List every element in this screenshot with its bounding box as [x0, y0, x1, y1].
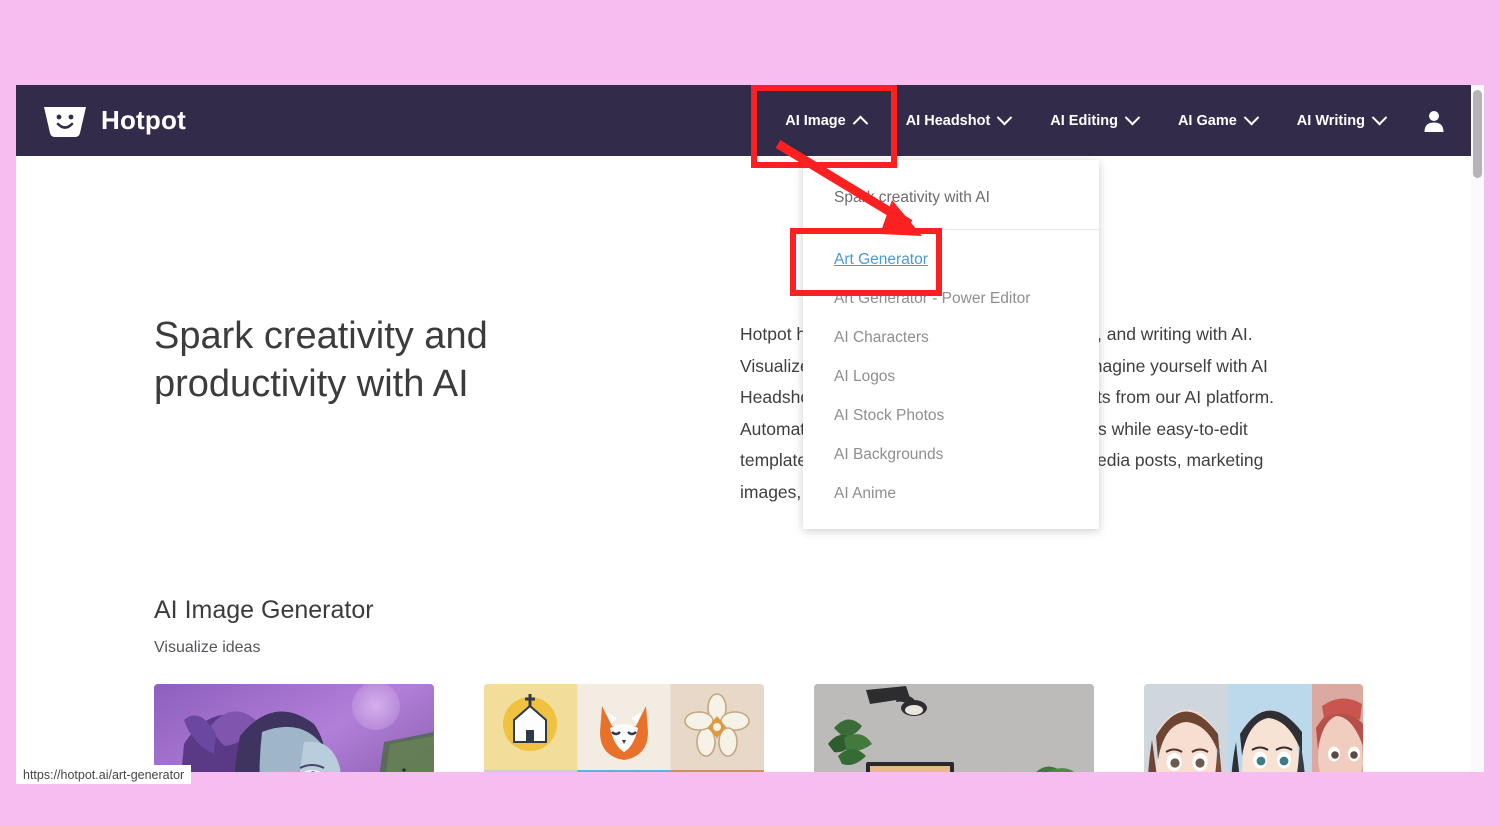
- nav-item-ai-game[interactable]: AI Game: [1158, 96, 1277, 146]
- nav-item-label: AI Writing: [1296, 112, 1365, 129]
- vertical-scrollbar-thumb[interactable]: [1473, 90, 1482, 178]
- top-navigation-bar: Hotpot AI Image AI Headshot AI Editing A…: [16, 85, 1471, 156]
- brand-logo-link[interactable]: Hotpot: [42, 104, 186, 138]
- hero-title-line-2: productivity with AI: [154, 362, 469, 405]
- dropdown-item-ai-anime[interactable]: AI Anime: [803, 474, 1099, 513]
- dropdown-item-art-generator-power-editor[interactable]: Art Generator - Power Editor: [803, 279, 1099, 318]
- user-account-icon[interactable]: [1423, 109, 1445, 133]
- thumbnail-row: [154, 684, 1363, 772]
- nav-item-ai-editing[interactable]: AI Editing: [1030, 96, 1158, 146]
- nav-item-label: AI Headshot: [905, 112, 991, 129]
- smiling-pot-icon: [42, 104, 88, 138]
- browser-viewport: Hotpot AI Image AI Headshot AI Editing A…: [16, 85, 1484, 772]
- dropdown-list: Art Generator Art Generator - Power Edit…: [803, 230, 1099, 513]
- dropdown-item-ai-characters[interactable]: AI Characters: [803, 318, 1099, 357]
- dropdown-item-ai-stock-photos[interactable]: AI Stock Photos: [803, 396, 1099, 435]
- dropdown-item-art-generator[interactable]: Art Generator: [803, 240, 1099, 279]
- nav-items: AI Image AI Headshot AI Editing AI Game: [765, 96, 1453, 146]
- dropdown-item-ai-backgrounds[interactable]: AI Backgrounds: [803, 435, 1099, 474]
- section-subtitle: Visualize ideas: [154, 639, 261, 656]
- chevron-up-icon: [852, 115, 868, 132]
- stock-photo-desk-thumbnail[interactable]: [814, 684, 1094, 772]
- page-title: Spark creativity and productivity with A…: [154, 313, 584, 409]
- status-bar-url: https://hotpot.ai/art-generator: [16, 765, 192, 784]
- nav-item-ai-headshot[interactable]: AI Headshot: [886, 96, 1031, 146]
- nav-item-ai-writing[interactable]: AI Writing: [1277, 96, 1405, 146]
- chevron-down-icon: [1124, 109, 1141, 126]
- hero-title-line-1: Spark creativity and: [154, 315, 488, 357]
- page-background: Hotpot AI Image AI Headshot AI Editing A…: [0, 0, 1500, 826]
- vertical-scrollbar-track[interactable]: [1471, 85, 1484, 772]
- nav-item-label: AI Game: [1177, 112, 1237, 129]
- nav-item-label: AI Editing: [1050, 112, 1118, 129]
- chevron-down-icon: [1243, 109, 1260, 126]
- dropdown-header: Spark creativity with AI: [803, 160, 1099, 230]
- fantasy-elf-portrait-thumbnail[interactable]: [154, 684, 434, 772]
- chevron-down-icon: [997, 109, 1013, 126]
- brand-name: Hotpot: [101, 105, 186, 135]
- nav-item-ai-image[interactable]: AI Image: [765, 96, 885, 146]
- ai-logos-grid-thumbnail[interactable]: [484, 684, 764, 772]
- anime-portraits-thumbnail[interactable]: [1144, 684, 1363, 772]
- section-title: AI Image Generator: [154, 596, 374, 624]
- nav-item-label: AI Image: [785, 112, 846, 129]
- chevron-down-icon: [1371, 109, 1388, 126]
- dropdown-item-ai-logos[interactable]: AI Logos: [803, 357, 1099, 396]
- ai-image-dropdown-menu: Spark creativity with AI Art Generator A…: [803, 160, 1099, 529]
